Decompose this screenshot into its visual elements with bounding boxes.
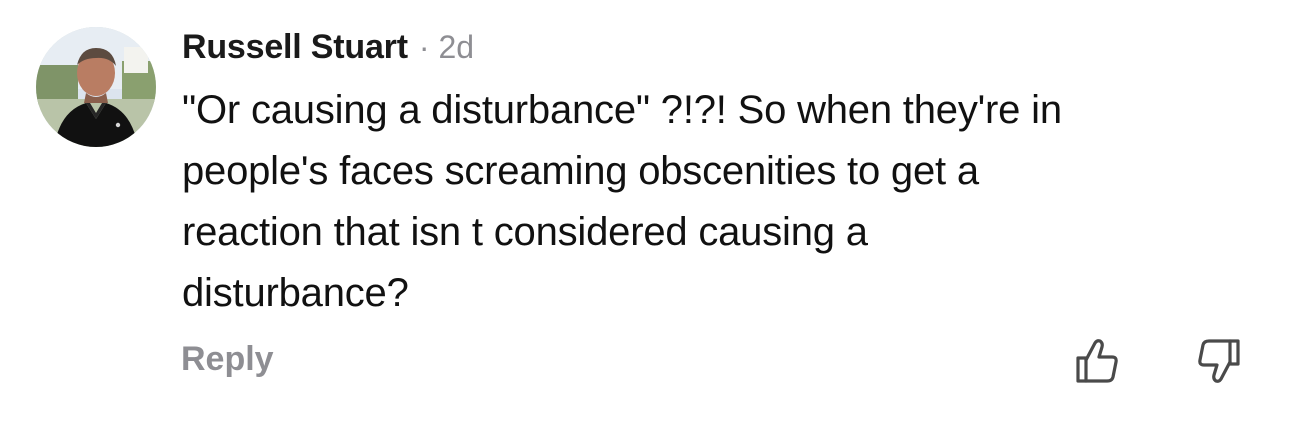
thumbs-up-button[interactable]: [1072, 336, 1122, 386]
separator-dot: ·: [418, 29, 430, 65]
thumbs-up-icon: [1076, 339, 1118, 383]
comment-line: disturbance?: [182, 271, 409, 315]
timestamp: 2d: [438, 29, 475, 65]
avatar-image: [36, 27, 156, 147]
avatar[interactable]: [36, 27, 156, 147]
comment-header: Russell Stuart · 2d: [182, 28, 474, 70]
comment: Russell Stuart · 2d "Or causing a distur…: [0, 0, 1290, 448]
reply-button[interactable]: Reply: [181, 340, 274, 379]
comment-body: "Or causing a disturbance" ?!?! So when …: [182, 80, 1242, 324]
comment-line: people's faces screaming obscenities to …: [182, 149, 979, 193]
author-name[interactable]: Russell Stuart: [182, 28, 408, 67]
comment-line: reaction that isn t considered causing a: [182, 210, 868, 254]
thumbs-down-button[interactable]: [1194, 336, 1244, 386]
thumbs-down-icon: [1198, 339, 1240, 383]
comment-line: "Or causing a disturbance" ?!?! So when …: [182, 88, 1062, 132]
